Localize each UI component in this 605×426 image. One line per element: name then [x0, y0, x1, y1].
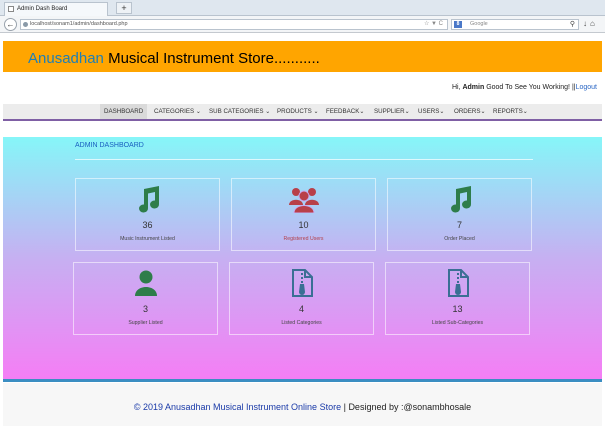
music-note-icon	[76, 185, 219, 213]
browser-toolbar: ← localhost/sonam1/admin/dashboard.php ☆…	[0, 16, 605, 33]
browser-tab[interactable]: Admin Dash Board	[4, 2, 108, 16]
site-header: Anusadhan Musical Instrument Store......…	[3, 41, 602, 72]
site-title: Anusadhan Musical Instrument Store......…	[28, 50, 320, 67]
nav-users[interactable]: USERS⌄	[414, 104, 449, 119]
browser-tab-title: Admin Dash Board	[17, 6, 68, 12]
address-bar[interactable]: localhost/sonam1/admin/dashboard.php ☆ ▼…	[20, 19, 448, 30]
site-footer: © 2019 Anusadhan Musical Instrument Onli…	[3, 383, 602, 426]
nav-orders[interactable]: ORDERS⌄	[450, 104, 490, 119]
download-icon[interactable]: ↓⌂	[583, 19, 598, 28]
stat-value: 7	[456, 220, 462, 230]
zip-file-icon	[386, 269, 529, 297]
nav-feedback[interactable]: FEEDBACK⌄	[322, 104, 369, 119]
footer-divider	[3, 379, 602, 382]
stat-card-orders[interactable]: 7 Order Placed	[387, 178, 532, 251]
admin-dashboard: ADMIN DASHBOARD 36 Music Instrument List…	[3, 137, 602, 379]
new-tab-button[interactable]: +	[116, 2, 132, 14]
users-icon	[232, 185, 375, 213]
nav-supplier[interactable]: SUPPLIER⌄	[370, 104, 414, 119]
stat-value: 4	[298, 304, 304, 314]
stat-value: 3	[142, 304, 148, 314]
greeting-suffix: Good To See You Working! ||	[484, 84, 576, 91]
footer-text: © 2019 Anusadhan Musical Instrument Onli…	[3, 402, 602, 412]
stat-value: 13	[452, 304, 463, 314]
stat-label: Registered Users	[283, 236, 324, 242]
username: Admin	[462, 84, 485, 91]
nav-reports[interactable]: REPORTS⌄	[489, 104, 532, 119]
browser-search-input[interactable]: 8 Google ⚲	[451, 19, 579, 30]
user-icon	[74, 269, 217, 297]
reload-icon[interactable]: ☆ ▼ C	[424, 20, 443, 29]
nav-categories[interactable]: CATEGORIES ⌄	[150, 104, 205, 119]
zip-file-icon	[230, 269, 373, 297]
stat-label: Supplier Listed	[128, 320, 163, 326]
stat-value: 36	[142, 220, 153, 230]
site-brand: Anusadhan	[28, 50, 104, 67]
stat-card-categories[interactable]: 4 Listed Categories	[229, 262, 374, 335]
footer-designer: Designed by :@sonambhosale	[348, 402, 472, 412]
stat-value: 10	[298, 220, 309, 230]
stat-label: Listed Categories	[281, 320, 322, 326]
stat-card-sub-categories[interactable]: 13 Listed Sub-Categories	[385, 262, 530, 335]
logout-link[interactable]: Logout	[576, 84, 597, 91]
stat-label: Music Instrument Listed	[120, 236, 175, 242]
browser-tab-bar: Admin Dash Board +	[0, 0, 605, 16]
browser-search-placeholder: Google	[470, 21, 488, 27]
nav-dashboard[interactable]: DASHBOARD	[100, 104, 148, 119]
stat-label: Order Placed	[444, 236, 475, 242]
stat-label: Listed Sub-Categories	[431, 320, 484, 326]
nav-sub-categories[interactable]: SUB CATEGORIES ⌄	[205, 104, 274, 119]
main-nav: DASHBOARD CATEGORIES ⌄ SUB CATEGORIES ⌄ …	[3, 104, 602, 121]
greeting: Hi, Admin Good To See You Working! ||Log…	[452, 84, 597, 91]
divider	[75, 159, 533, 160]
music-note-icon	[388, 185, 531, 213]
page-favicon-icon	[8, 6, 14, 12]
search-engine-icon[interactable]: 8	[454, 21, 462, 28]
dashboard-title: ADMIN DASHBOARD	[75, 142, 144, 149]
back-arrow-icon[interactable]: ←	[4, 18, 17, 31]
nav-products[interactable]: PRODUCTS ⌄	[273, 104, 323, 119]
site-info-icon[interactable]	[23, 22, 28, 27]
greeting-prefix: Hi,	[451, 84, 463, 91]
stat-card-users[interactable]: 10 Registered Users	[231, 178, 376, 251]
footer-copyright: © 2019 Anusadhan Musical Instrument Onli…	[133, 402, 342, 412]
search-icon[interactable]: ⚲	[570, 20, 575, 29]
stat-card-instruments[interactable]: 36 Music Instrument Listed	[75, 178, 220, 251]
address-bar-url: localhost/sonam1/admin/dashboard.php	[30, 21, 128, 27]
stat-card-suppliers[interactable]: 3 Supplier Listed	[73, 262, 218, 335]
site-title-rest: Musical Instrument Store...........	[103, 50, 320, 67]
